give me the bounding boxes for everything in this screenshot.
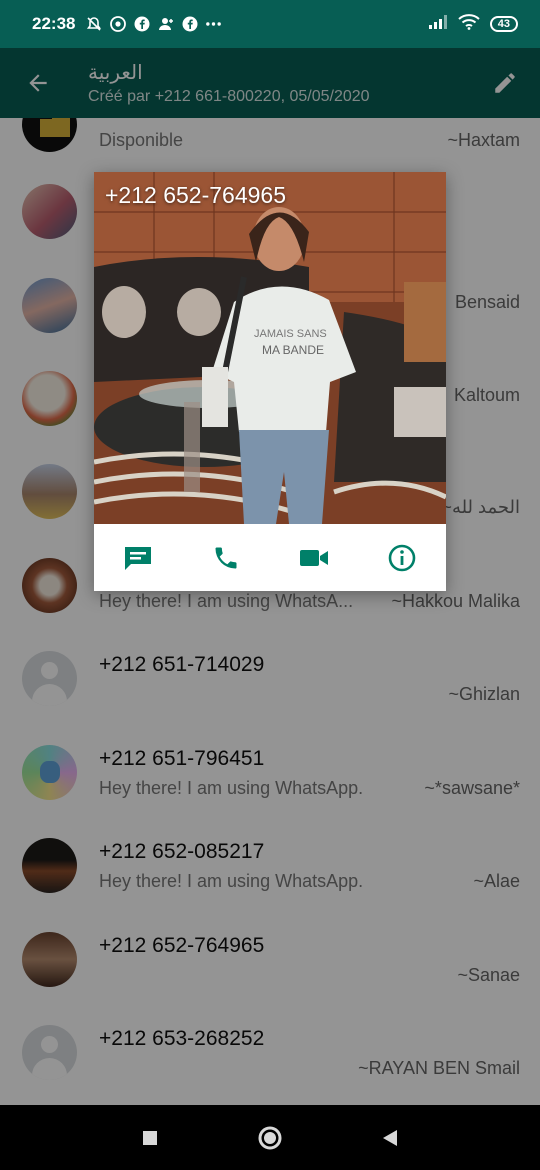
popup-actions xyxy=(94,524,446,591)
facebook-icon xyxy=(133,16,150,33)
contact-popup: JAMAIS SANS MA BANDE +212 652-764965 xyxy=(94,172,446,591)
video-call-icon xyxy=(300,549,328,566)
call-button[interactable] xyxy=(182,524,270,591)
back-nav-button[interactable] xyxy=(370,1118,410,1158)
notification-icons xyxy=(85,16,222,33)
svg-text:JAMAIS SANS: JAMAIS SANS xyxy=(254,328,327,340)
info-button[interactable] xyxy=(358,524,446,591)
message-button[interactable] xyxy=(94,524,182,591)
system-nav-bar xyxy=(0,1105,540,1170)
home-button[interactable] xyxy=(250,1118,290,1158)
bell-off-icon xyxy=(85,16,102,33)
battery-icon: 43 xyxy=(489,16,518,32)
chrome-icon xyxy=(109,16,126,33)
recents-button[interactable] xyxy=(130,1118,170,1158)
svg-text:MA BANDE: MA BANDE xyxy=(262,343,324,357)
wifi-icon xyxy=(458,13,480,35)
info-icon xyxy=(388,544,416,571)
profile-photo[interactable]: JAMAIS SANS MA BANDE +212 652-764965 xyxy=(94,172,446,524)
call-icon xyxy=(215,547,237,568)
profile-photo-image: JAMAIS SANS MA BANDE xyxy=(94,172,446,524)
popup-contact-name: +212 652-764965 xyxy=(105,182,286,208)
video-call-button[interactable] xyxy=(270,524,358,591)
status-time: 22:38 xyxy=(32,14,76,33)
signal-icon xyxy=(428,14,448,35)
person-add-icon xyxy=(157,16,174,33)
circle-icon xyxy=(258,1126,282,1149)
status-bar: 22:38 43 xyxy=(0,0,540,48)
facebook-icon xyxy=(181,16,198,33)
more-icon xyxy=(205,16,222,33)
square-icon xyxy=(143,1130,157,1145)
triangle-back-icon xyxy=(383,1129,397,1146)
message-icon xyxy=(125,546,151,570)
